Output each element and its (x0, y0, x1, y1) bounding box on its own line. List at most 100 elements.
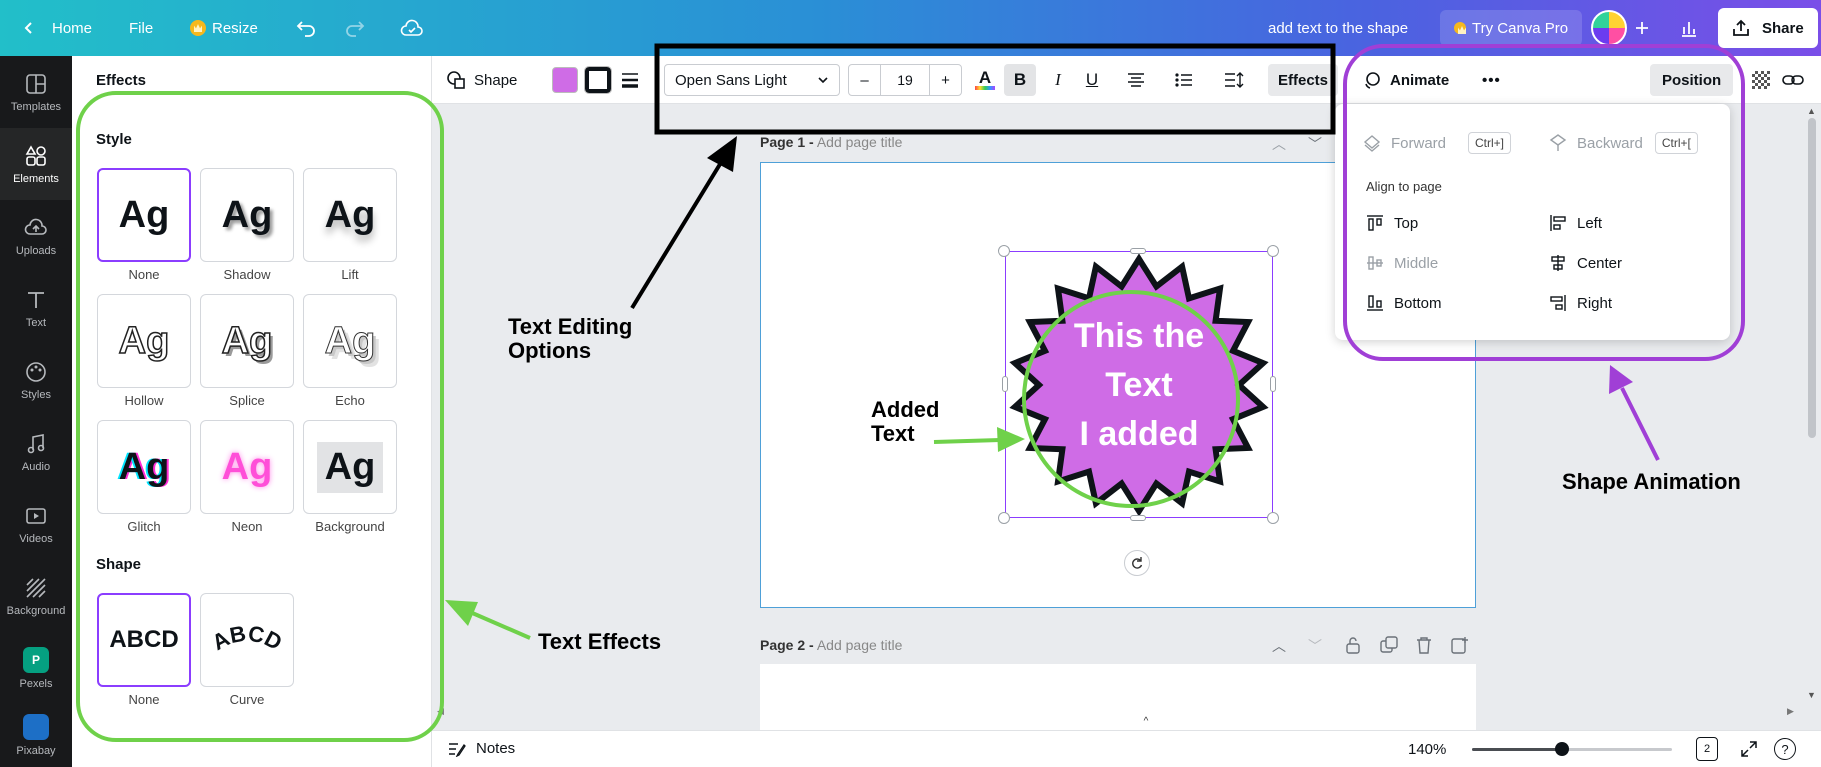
align-bottom-option[interactable]: Bottom (1366, 294, 1442, 312)
effect-glitch-tile[interactable]: Ag (97, 420, 191, 514)
effects-button[interactable]: Effects (1268, 64, 1339, 96)
try-canva-pro-button[interactable]: Try Canva Pro (1440, 10, 1583, 46)
fill-color-swatch[interactable] (552, 67, 578, 93)
rail-item-text[interactable]: Text (0, 272, 72, 344)
avatar[interactable] (1591, 10, 1627, 46)
text-align-button[interactable] (1126, 64, 1146, 96)
analytics-button[interactable] (1680, 0, 1698, 56)
duplicate-icon[interactable] (1380, 636, 1398, 654)
page-1-chevron-down-icon[interactable]: ﹀ (1308, 134, 1322, 154)
align-left-option[interactable]: Left (1549, 214, 1602, 232)
align-center-option[interactable]: Center (1549, 254, 1622, 272)
rail-item-uploads[interactable]: Uploads (0, 200, 72, 272)
selection-box[interactable] (1005, 251, 1273, 518)
effect-none-tile[interactable]: Ag (97, 168, 191, 262)
zoom-slider[interactable] (1472, 742, 1672, 756)
cloud-save-button[interactable] (400, 0, 424, 56)
align-right-option[interactable]: Right (1549, 294, 1612, 312)
resize-handle-right[interactable] (1270, 376, 1276, 392)
fullscreen-icon[interactable] (1740, 740, 1758, 758)
effect-lift-tile[interactable]: Ag (303, 168, 397, 262)
backward-shortcut: Ctrl+[ (1654, 132, 1698, 154)
home-button[interactable]: Home (22, 0, 92, 56)
add-collaborator-button[interactable] (1635, 0, 1649, 56)
effect-splice-tile[interactable]: Ag (200, 294, 294, 388)
file-menu-button[interactable]: File (129, 0, 153, 56)
font-size-increase-button[interactable]: + (929, 65, 961, 95)
position-button[interactable]: Position (1650, 64, 1734, 96)
scrollbar-thumb[interactable] (1808, 118, 1816, 438)
spacing-button[interactable] (1223, 64, 1245, 96)
zoom-slider-thumb[interactable] (1555, 742, 1569, 756)
shape-icon (447, 71, 465, 89)
show-pages-chevron-up-icon[interactable]: ^ (1124, 716, 1168, 730)
rail-item-videos[interactable]: Videos (0, 488, 72, 560)
resize-handle-top[interactable] (1130, 248, 1146, 254)
forward-option[interactable]: Forward Ctrl+] (1363, 132, 1512, 154)
transparency-icon[interactable] (1752, 71, 1770, 89)
document-title[interactable]: add text to the shape (1268, 0, 1408, 56)
shape-curve-tile[interactable]: ABCD (200, 593, 294, 687)
italic-button[interactable]: I (1044, 64, 1072, 96)
rail-item-pixabay[interactable]: Pixabay (0, 704, 72, 767)
font-size-input[interactable]: 19 (881, 65, 929, 95)
rail-label: Styles (21, 388, 51, 401)
font-size-decrease-button[interactable]: – (849, 65, 881, 95)
lock-icon[interactable] (1345, 636, 1361, 654)
backward-option[interactable]: Backward Ctrl+[ (1549, 132, 1698, 154)
animate-button[interactable]: Animate (1362, 64, 1449, 96)
trash-icon[interactable] (1416, 636, 1432, 654)
align-middle-option[interactable]: Middle (1366, 254, 1438, 272)
redo-button[interactable] (343, 0, 365, 56)
effect-echo-tile[interactable]: Ag (303, 294, 397, 388)
add-page-icon[interactable] (1451, 636, 1469, 654)
rail-item-styles[interactable]: Styles (0, 344, 72, 416)
underline-button[interactable]: U (1078, 64, 1106, 96)
bold-button[interactable]: B (1004, 64, 1036, 96)
resize-handle-bottom[interactable] (1130, 515, 1146, 521)
rail-item-elements[interactable]: Elements (0, 128, 72, 200)
pexels-icon: P (23, 646, 49, 673)
border-style-button[interactable] (584, 66, 612, 94)
resize-handle-bottom-left[interactable] (998, 512, 1010, 524)
help-icon[interactable]: ? (1774, 738, 1796, 760)
notes-button[interactable]: Notes (448, 740, 515, 757)
page-count-button[interactable]: 2 (1696, 737, 1718, 761)
page-2-move-up-icon[interactable]: ︿ (1272, 636, 1286, 656)
page-1-add-title[interactable]: Add page title (817, 134, 903, 150)
vertical-scrollbar[interactable]: ▲ ▼ (1803, 104, 1821, 704)
page-2-move-down-icon[interactable]: ﹀ (1308, 636, 1322, 656)
rail-item-pexels[interactable]: P Pexels (0, 632, 72, 704)
undo-button[interactable] (296, 0, 318, 56)
share-button[interactable]: Share (1718, 8, 1818, 48)
rail-item-templates[interactable]: Templates (0, 56, 72, 128)
resize-handle-top-right[interactable] (1267, 245, 1279, 257)
border-weight-button[interactable] (620, 64, 640, 96)
resize-handle-top-left[interactable] (998, 245, 1010, 257)
effect-hollow-tile[interactable]: Ag (97, 294, 191, 388)
resize-handle-left[interactable] (1002, 376, 1008, 392)
shape-button[interactable]: Shape (446, 64, 517, 96)
list-button[interactable] (1174, 64, 1194, 96)
zoom-percent[interactable]: 140% (1408, 741, 1446, 758)
scroll-left-arrow-icon[interactable]: ◀ (437, 706, 444, 717)
resize-handle-bottom-right[interactable] (1267, 512, 1279, 524)
rail-item-background[interactable]: Background (0, 560, 72, 632)
shape-none-tile[interactable]: ABCD (97, 593, 191, 687)
page-1-collapse-up-icon[interactable]: ︿ (1272, 134, 1286, 154)
text-color-button[interactable]: A (975, 64, 995, 96)
effect-background-tile[interactable]: Ag (303, 420, 397, 514)
scroll-up-arrow-icon[interactable]: ▲ (1807, 106, 1816, 116)
resize-button[interactable]: Resize (190, 0, 258, 56)
more-options-button[interactable]: ••• (1482, 64, 1501, 96)
align-top-option[interactable]: Top (1366, 214, 1418, 232)
page-2-add-title[interactable]: Add page title (817, 637, 903, 653)
scroll-down-arrow-icon[interactable]: ▼ (1807, 690, 1816, 700)
effect-shadow-tile[interactable]: Ag (200, 168, 294, 262)
effect-neon-tile[interactable]: Ag (200, 420, 294, 514)
rotate-handle[interactable] (1124, 550, 1150, 576)
scroll-right-arrow-icon[interactable]: ▶ (1787, 706, 1794, 717)
font-family-select[interactable]: Open Sans Light (664, 64, 840, 96)
rail-item-audio[interactable]: Audio (0, 416, 72, 488)
link-button[interactable] (1782, 64, 1804, 96)
